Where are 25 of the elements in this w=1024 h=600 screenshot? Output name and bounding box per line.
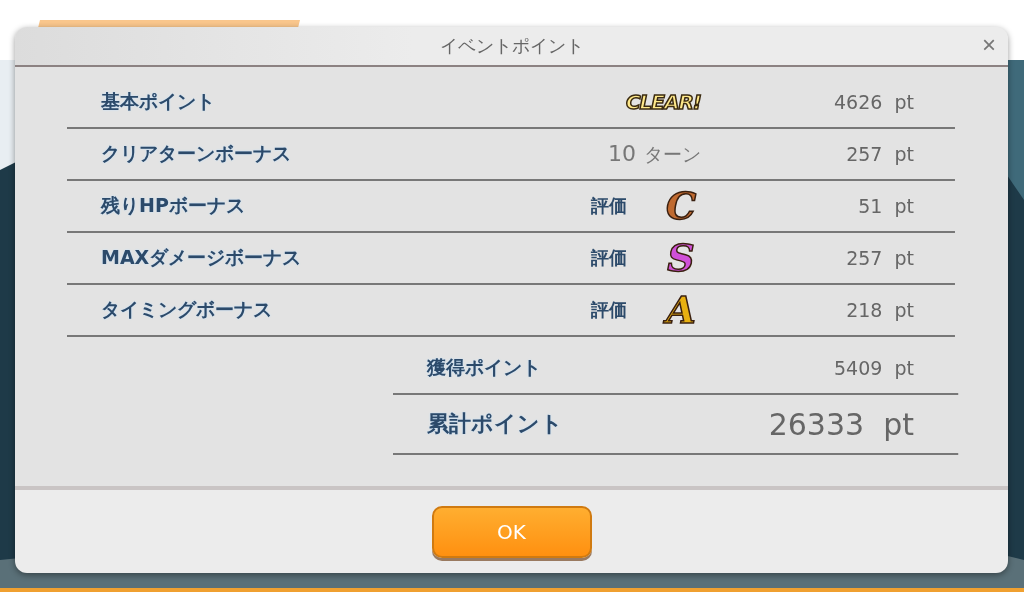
turn-count: 10 ターン [608,140,701,168]
grade-label: 評価 [591,298,627,322]
total-value: 26333 pt [767,406,914,442]
bonus-label: 残りHPボーナス [101,193,246,218]
grade-label: 評価 [591,246,627,270]
close-button[interactable]: × [978,31,1000,59]
bonus-label: MAXダメージボーナス [101,245,303,270]
total-value: 5409 pt [833,357,914,379]
bonus-label: クリアターンボーナス [101,141,292,166]
dialog-title: イベントポイント [439,34,584,58]
bonus-label: タイミングボーナス [101,297,273,322]
bonus-label: 基本ポイント [101,89,216,114]
total-label: 累計ポイント [427,410,564,438]
clear-text: CLEAR! [625,90,701,114]
points-value: 257 pt [845,143,914,165]
points-value: 257 pt [845,247,914,269]
points-value: 4626 pt [833,91,914,113]
points-value: 218 pt [845,299,914,321]
total-label: 獲得ポイント [427,355,542,380]
grade-letter: C [664,187,698,225]
grade-letter: S [666,239,696,277]
points-value: 51 pt [857,195,914,217]
ok-button[interactable]: OK [431,505,592,558]
grade-label: 評価 [591,194,627,218]
grade-letter: A [661,291,701,329]
